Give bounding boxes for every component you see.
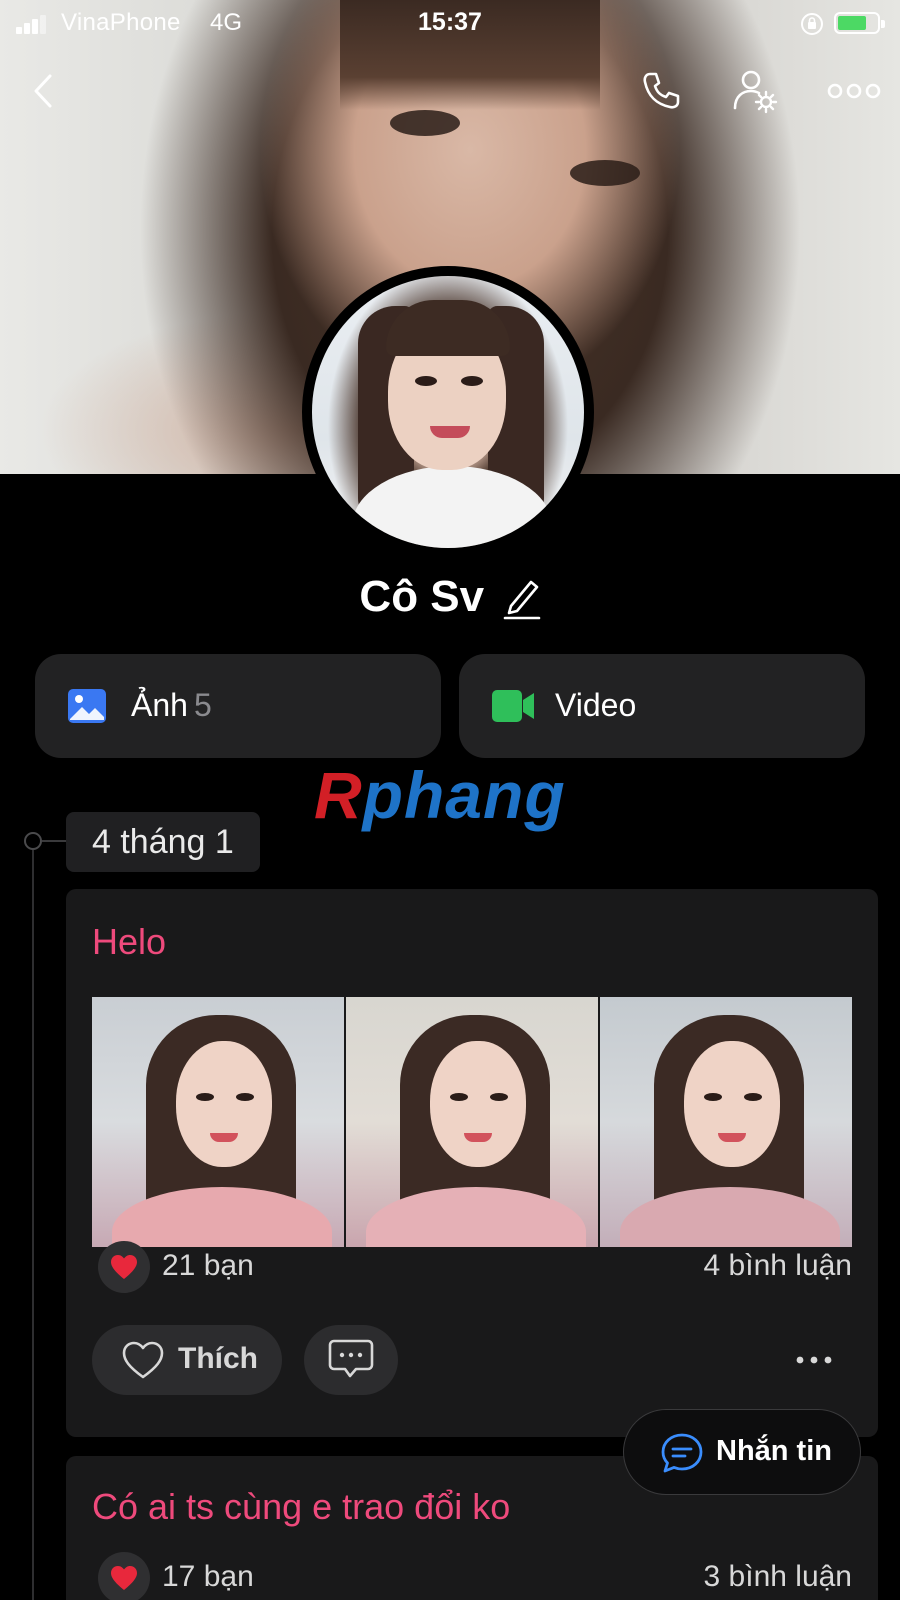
photos-button[interactable]: Ảnh 5	[35, 654, 441, 758]
timeline-dot	[24, 832, 42, 850]
status-time: 15:37	[418, 8, 482, 36]
video-camera-icon	[492, 690, 534, 722]
battery-charging-icon	[834, 12, 885, 34]
post-photo[interactable]	[600, 997, 852, 1247]
heart-icon	[98, 1552, 150, 1600]
comment-bubble-icon	[328, 1339, 374, 1378]
post-photo-grid	[92, 997, 852, 1247]
post-title: Có ai ts cùng e trao đổi ko	[92, 1486, 511, 1527]
timeline-connector	[42, 840, 66, 842]
status-bar: VinaPhone 4G 15:37	[0, 0, 900, 46]
post-more-icon[interactable]	[794, 1345, 834, 1375]
ellipsis-icon[interactable]	[826, 66, 882, 116]
user-settings-icon[interactable]	[730, 66, 780, 116]
timeline-line	[32, 848, 34, 1600]
cover-eye-left	[390, 110, 460, 136]
heart-icon	[98, 1241, 150, 1293]
post-title: Helo	[92, 921, 167, 962]
rotation-lock-icon	[801, 13, 823, 35]
timeline-date: 4 tháng 1	[66, 812, 260, 872]
image-icon	[68, 689, 106, 723]
video-button[interactable]: Video	[459, 654, 865, 758]
comment-count[interactable]: 4 bình luận	[704, 1249, 852, 1283]
avatar[interactable]	[312, 276, 584, 548]
cover-eye-right	[570, 160, 640, 186]
comment-button[interactable]	[304, 1325, 398, 1395]
reaction-count: 17 bạn	[162, 1560, 254, 1593]
heart-outline-icon	[122, 1341, 164, 1379]
chat-bubble-icon	[661, 1433, 703, 1473]
like-button[interactable]: Thích	[92, 1325, 282, 1395]
post-card[interactable]: Helo 21 bạn 4 bình luận Thích	[66, 889, 878, 1437]
message-label: Nhắn tin	[716, 1435, 832, 1467]
phone-icon[interactable]	[636, 66, 686, 116]
message-button[interactable]: Nhắn tin	[623, 1409, 861, 1495]
comment-count[interactable]: 3 bình luận	[704, 1560, 852, 1594]
post-photo[interactable]	[92, 997, 344, 1247]
post-photo[interactable]	[346, 997, 598, 1247]
video-label: Video	[555, 687, 637, 723]
profile-name-row: Cô Sv	[0, 572, 900, 622]
profile-name: Cô Sv	[359, 572, 485, 621]
reaction-count: 21 bạn	[162, 1249, 254, 1282]
pencil-icon[interactable]	[503, 574, 541, 620]
like-label: Thích	[178, 1342, 258, 1375]
back-icon[interactable]	[20, 66, 70, 116]
watermark-logo: Rphang	[314, 758, 566, 832]
photos-count: 5	[193, 687, 212, 723]
photos-label: Ảnh	[131, 687, 188, 723]
